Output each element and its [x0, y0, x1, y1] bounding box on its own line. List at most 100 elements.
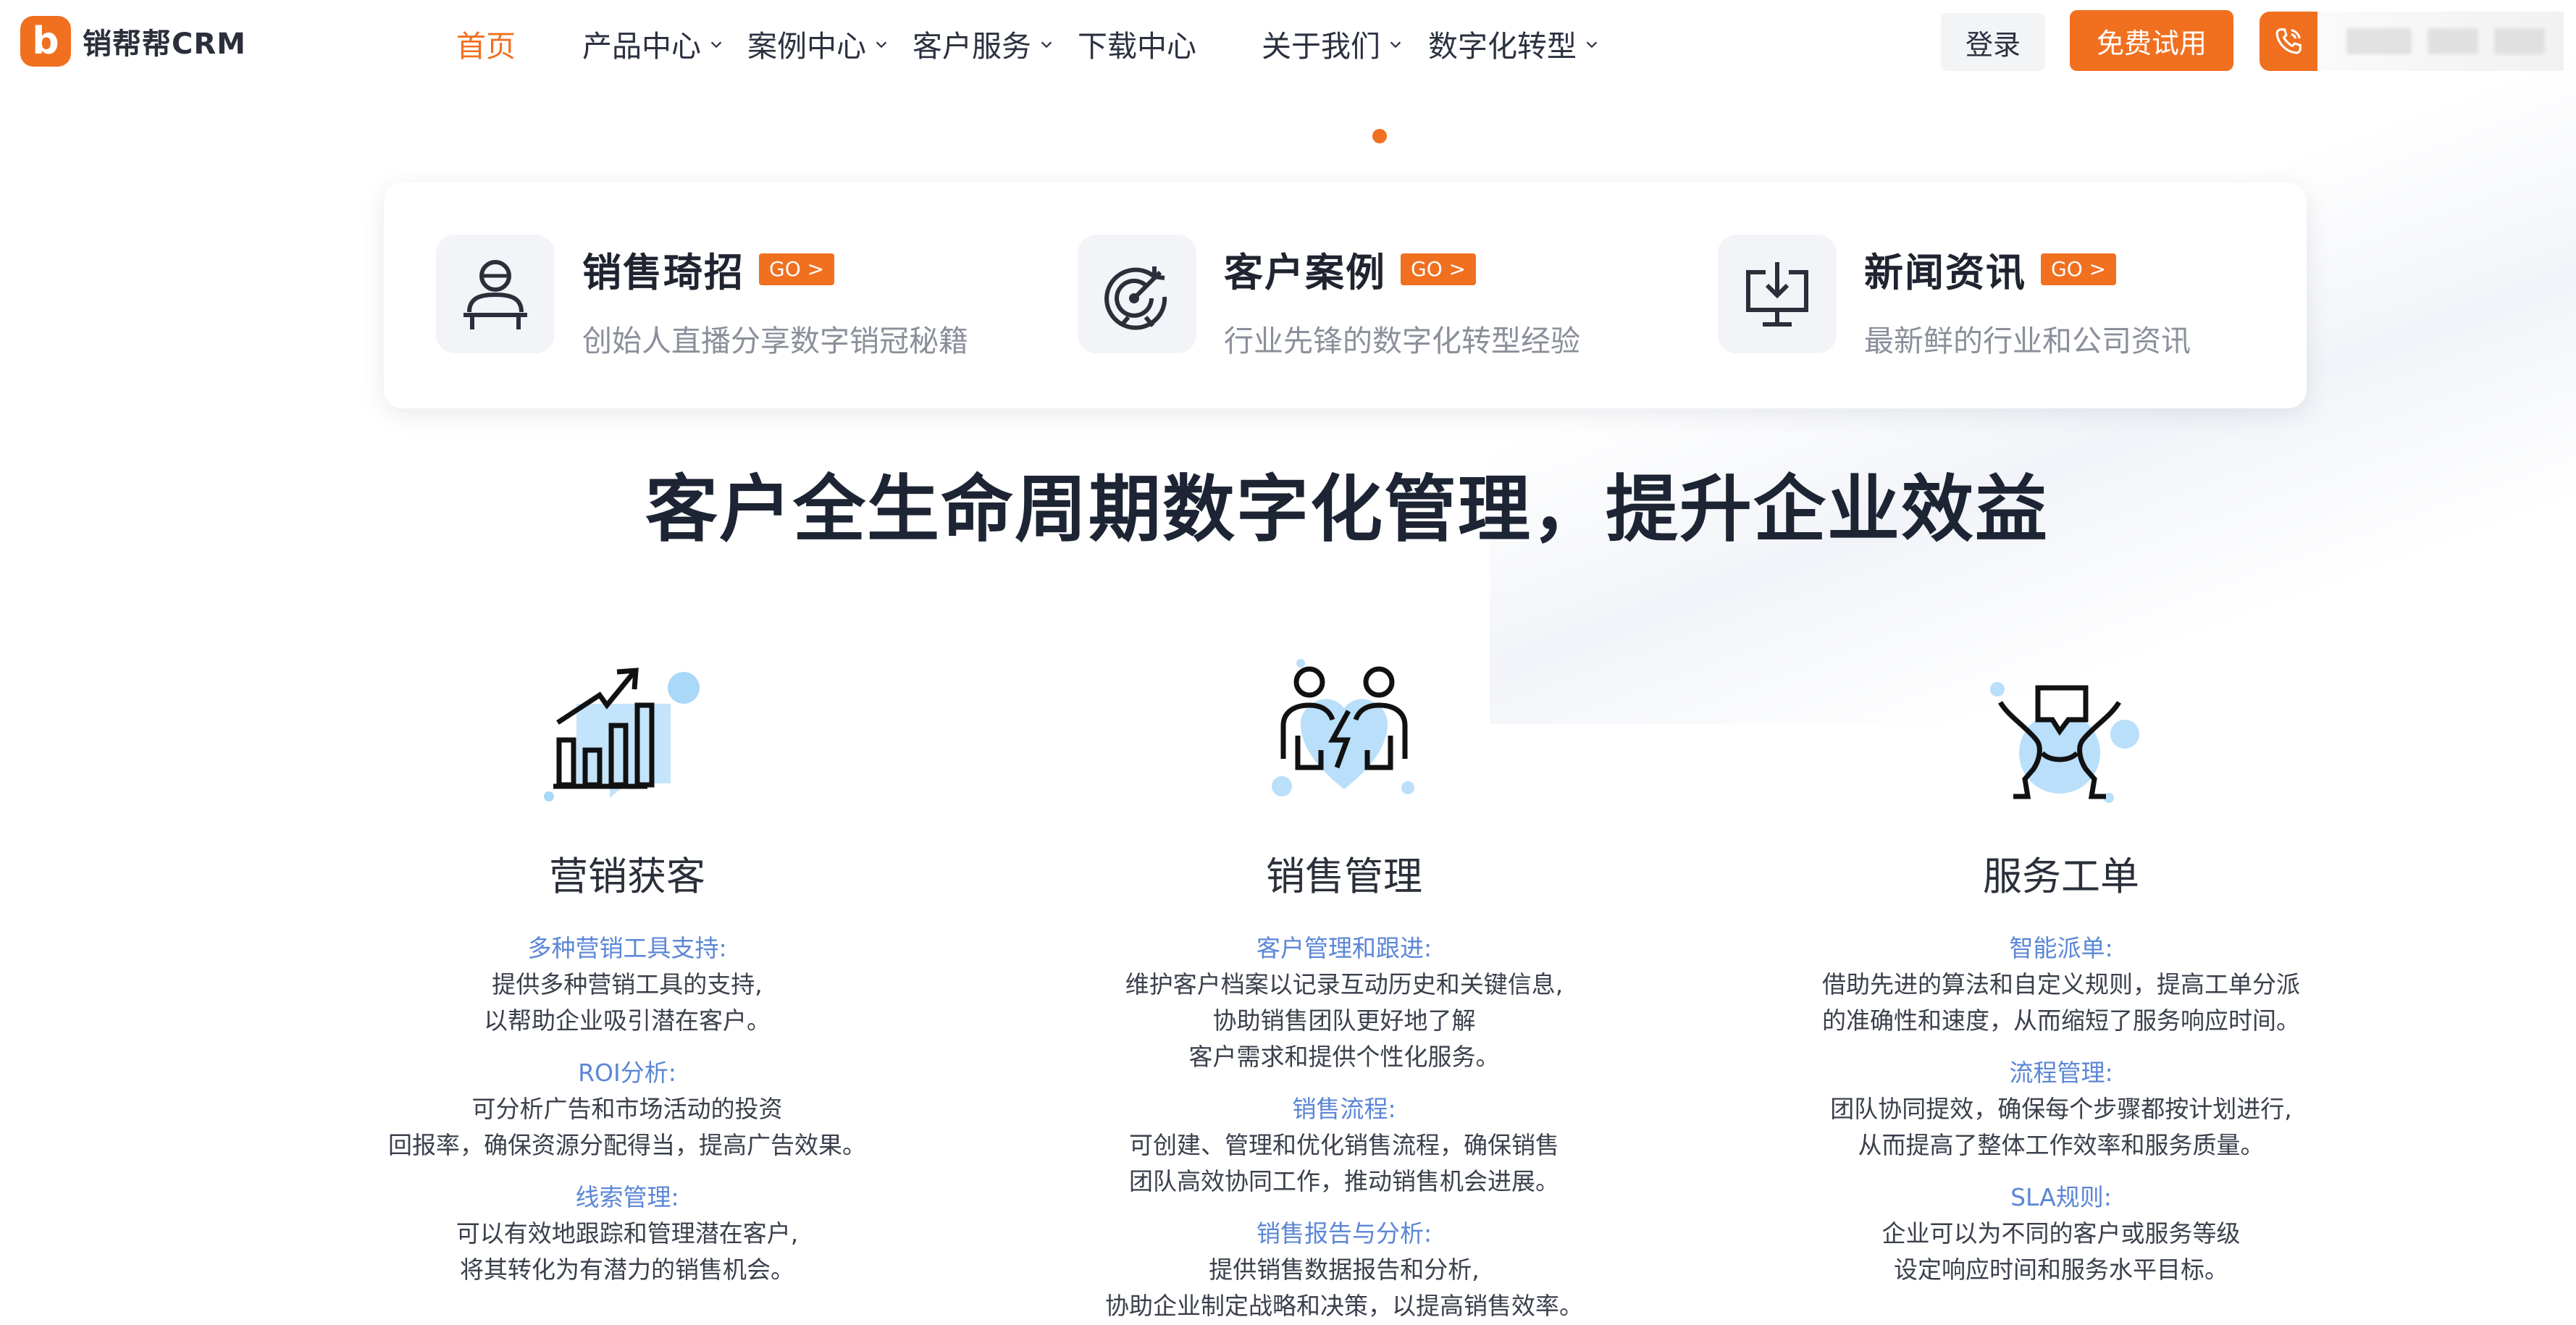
- feature-point-line: 以帮助企业吸引潜在客户。: [484, 1006, 771, 1035]
- target-icon: [1104, 266, 1167, 330]
- nav-item-about[interactable]: 关于我们: [1262, 22, 1404, 65]
- quick-link-title-row: 客户案例 GO >: [1224, 240, 1580, 298]
- feature-point-line: 设定响应时间和服务水平目标。: [1894, 1255, 2228, 1284]
- presenter-icon: [463, 260, 527, 329]
- redacted-block: [2346, 28, 2412, 54]
- logo-mark-icon: b: [20, 16, 71, 67]
- nav-item-label: 数字化转型: [1428, 29, 1577, 64]
- feature-point-line: 的准确性和速度，从而缩短了服务响应时间。: [1822, 1006, 2300, 1035]
- quick-link-description: 最新鲜的行业和公司资讯: [1864, 324, 2191, 358]
- nav-item-home[interactable]: 首页: [456, 22, 516, 65]
- chevron-down-icon: [876, 41, 887, 49]
- nav-item-label: 产品中心: [582, 29, 701, 64]
- nav-item-digital-transformation[interactable]: 数字化转型: [1428, 22, 1600, 65]
- quick-link-title: 客户案例: [1224, 250, 1386, 295]
- feature-point-title: 智能派单:: [2009, 934, 2113, 962]
- feature-point-title: SLA规则:: [2010, 1183, 2112, 1211]
- feature-point-line: 提供销售数据报告和分析,: [1209, 1255, 1480, 1284]
- service-chat-icon: [1990, 682, 2139, 803]
- feature-point-line: 维护客户档案以记录互动历史和关键信息,: [1125, 970, 1564, 998]
- nav-item-label: 首页: [456, 29, 516, 64]
- feature-point-title: 销售流程:: [1292, 1095, 1396, 1123]
- quick-link-description: 创始人直播分享数字销冠秘籍: [582, 324, 968, 358]
- redacted-block: [2428, 28, 2478, 54]
- feature-point-line: 将其转化为有潜力的销售机会。: [460, 1255, 794, 1284]
- download-monitor-icon: [1746, 262, 1808, 327]
- quick-link-icon-box: [436, 235, 555, 353]
- nav-item-products[interactable]: 产品中心: [582, 22, 724, 65]
- feature-sales-management: 销售管理 客户管理和跟进: 维护客户档案以记录互动历史和关键信息, 协助销售团队…: [989, 644, 1699, 1325]
- feature-point-line: 协助销售团队更好地了解: [1212, 1006, 1476, 1035]
- nav-item-customer-service[interactable]: 客户服务: [912, 22, 1054, 65]
- feature-point-line: 协助企业制定战略和决策，以提高销售效率。: [1105, 1292, 1583, 1320]
- quick-link-sales-tips[interactable]: 销售琦招 GO > 创始人直播分享数字销冠秘籍: [436, 235, 968, 360]
- feature-point-line: 回报率，确保资源分配得当，提高广告效果。: [388, 1131, 866, 1159]
- nav-item-downloads[interactable]: 下载中心: [1078, 22, 1196, 65]
- feature-point-line: 可分析广告和市场活动的投资: [471, 1095, 783, 1123]
- feature-point-line: 企业可以为不同的客户或服务等级: [1881, 1219, 2241, 1248]
- team-lightning-icon: [1272, 659, 1414, 796]
- site-header: b 销帮帮CRM 首页 产品中心 案例中心 客户服务 下载中心 关于我们 数字化…: [0, 0, 2576, 85]
- feature-point: 智能派单: 借助先进的算法和自定义规则，提高工单分派 的准确性和速度，从而缩短了…: [1706, 930, 2416, 1039]
- feature-title: 销售管理: [1266, 854, 1422, 899]
- feature-point: 流程管理: 团队协同提效，确保每个步骤都按计划进行, 从而提高了整体工作效率和服…: [1706, 1055, 2416, 1164]
- phone-number-redacted: [2317, 12, 2564, 71]
- quick-link-news[interactable]: 新闻资讯 GO > 最新鲜的行业和公司资讯: [1718, 235, 2191, 360]
- section-headline: 客户全生命周期数字化管理，提升企业效益: [645, 467, 2049, 552]
- feature-point-line: 可以有效地跟踪和管理潜在客户,: [456, 1219, 799, 1248]
- feature-marketing: 营销获客 多种营销工具支持: 提供多种营销工具的支持, 以帮助企业吸引潜在客户。…: [272, 644, 982, 1304]
- chevron-down-icon: [1586, 41, 1598, 49]
- feature-point: 多种营销工具支持: 提供多种营销工具的支持, 以帮助企业吸引潜在客户。: [272, 930, 982, 1039]
- chevron-down-icon: [1390, 41, 1401, 49]
- feature-point: SLA规则: 企业可以为不同的客户或服务等级 设定响应时间和服务水平目标。: [1706, 1179, 2416, 1288]
- nav-item-cases[interactable]: 案例中心: [747, 22, 889, 65]
- nav-item-label: 案例中心: [747, 29, 866, 64]
- nav-item-label: 关于我们: [1262, 29, 1380, 64]
- feature-points: 智能派单: 借助先进的算法和自定义规则，提高工单分派 的准确性和速度，从而缩短了…: [1706, 930, 2416, 1288]
- go-badge[interactable]: GO >: [759, 253, 835, 285]
- phone-button[interactable]: [2260, 12, 2317, 71]
- feature-point-line: 提供多种营销工具的支持,: [492, 970, 763, 998]
- feature-point-line: 团队协同提效，确保每个步骤都按计划进行,: [1830, 1095, 2292, 1123]
- feature-point-title: 多种营销工具支持:: [527, 934, 727, 962]
- quick-link-description: 行业先锋的数字化转型经验: [1224, 324, 1580, 358]
- nav-item-label: 客户服务: [912, 29, 1031, 64]
- feature-title: 营销获客: [549, 854, 705, 899]
- chevron-down-icon: [1041, 41, 1052, 49]
- main-nav: 首页 产品中心 案例中心 客户服务 下载中心 关于我们 数字化转型: [456, 22, 1600, 65]
- quick-link-text: 新闻资讯 GO > 最新鲜的行业和公司资讯: [1864, 235, 2191, 360]
- feature-point-title: 流程管理:: [2009, 1059, 2113, 1087]
- quick-link-text: 客户案例 GO > 行业先锋的数字化转型经验: [1224, 235, 1580, 360]
- feature-point-title: 客户管理和跟进:: [1256, 934, 1432, 962]
- login-button[interactable]: 登录: [1941, 13, 2045, 71]
- phone-icon: [2275, 28, 2302, 54]
- nav-item-label: 下载中心: [1078, 29, 1196, 64]
- quick-link-icon-box: [1718, 235, 1837, 353]
- feature-point-line: 从而提高了整体工作效率和服务质量。: [1858, 1131, 2265, 1159]
- feature-points: 多种营销工具支持: 提供多种营销工具的支持, 以帮助企业吸引潜在客户。 ROI分…: [272, 930, 982, 1288]
- free-trial-button[interactable]: 免费试用: [2070, 10, 2233, 71]
- feature-point-title: 销售报告与分析:: [1256, 1219, 1432, 1248]
- chevron-down-icon: [710, 41, 722, 49]
- feature-point-line: 团队高效协同工作，推动销售机会进展。: [1129, 1167, 1559, 1195]
- growth-chart-icon: [544, 668, 700, 802]
- feature-point: 客户管理和跟进: 维护客户档案以记录互动历史和关键信息, 协助销售团队更好地了解…: [989, 930, 1699, 1075]
- go-badge[interactable]: GO >: [2041, 253, 2117, 285]
- quick-link-customer-cases[interactable]: 客户案例 GO > 行业先锋的数字化转型经验: [1078, 235, 1580, 360]
- go-badge[interactable]: GO >: [1401, 253, 1477, 285]
- feature-point: 销售流程: 可创建、管理和优化销售流程，确保销售 团队高效协同工作，推动销售机会…: [989, 1091, 1699, 1200]
- quick-link-title: 销售琦招: [582, 250, 744, 295]
- carousel-indicator[interactable]: [1372, 129, 1387, 143]
- feature-service-tickets: 服务工单 智能派单: 借助先进的算法和自定义规则，提高工单分派 的准确性和速度，…: [1706, 644, 2416, 1304]
- feature-point-title: ROI分析:: [578, 1059, 676, 1087]
- feature-point: ROI分析: 可分析广告和市场活动的投资 回报率，确保资源分配得当，提高广告效果…: [272, 1055, 982, 1164]
- quick-link-title: 新闻资讯: [1864, 250, 2026, 295]
- feature-point: 线索管理: 可以有效地跟踪和管理潜在客户, 将其转化为有潜力的销售机会。: [272, 1179, 982, 1288]
- redacted-block: [2494, 28, 2545, 54]
- quick-link-title-row: 销售琦招 GO >: [582, 240, 968, 298]
- feature-point-line: 借助先进的算法和自定义规则，提高工单分派: [1822, 970, 2300, 998]
- feature-point: 销售报告与分析: 提供销售数据报告和分析, 协助企业制定战略和决策，以提高销售效…: [989, 1216, 1699, 1324]
- brand-name: 销帮帮CRM: [83, 28, 246, 61]
- brand-logo[interactable]: b 销帮帮CRM: [20, 16, 246, 67]
- quick-link-text: 销售琦招 GO > 创始人直播分享数字销冠秘籍: [582, 235, 968, 360]
